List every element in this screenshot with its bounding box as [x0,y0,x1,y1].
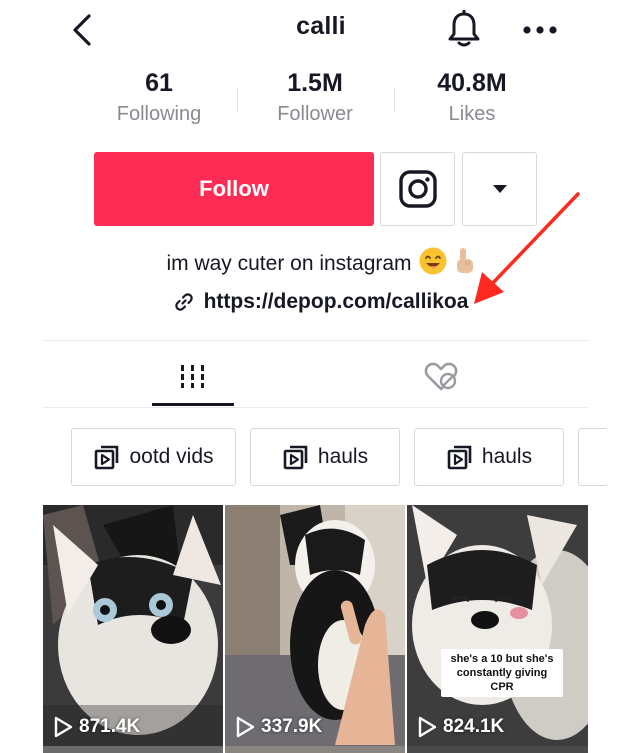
stat-following[interactable]: 61 Following [79,68,239,129]
stat-following-value: 61 [145,69,173,97]
view-count: 871.4K [53,716,140,738]
playlist-icon [283,445,308,470]
playlist-chip[interactable]: hauls [250,428,400,486]
stat-likes: 40.8M Likes [392,68,552,129]
grid-icon [181,365,204,388]
more-options-icon[interactable] [515,10,565,50]
video-thumbnail-partial[interactable] [225,746,405,753]
play-icon [418,716,437,738]
stat-following-label: Following [116,103,202,125]
husky-dog-image [43,505,223,746]
divider [43,340,588,341]
view-count: 824.1K [417,716,504,738]
bell-icon[interactable] [440,6,488,52]
playlist-label: ootd vids [129,445,214,468]
follow-button[interactable]: Follow [94,152,374,226]
divider [43,407,588,408]
playlist-icon [447,445,472,470]
link-icon [174,293,193,311]
video-caption: she's a 10 but she's constantly giving C… [441,649,563,697]
playlist-chip[interactable]: ootd vids [71,428,236,486]
tab-videos[interactable] [152,350,234,402]
stat-followers[interactable]: 1.5M Follower [235,68,395,129]
playlist-icon [95,445,119,470]
bio-link-text: https://depop.com/callikoa [203,290,469,313]
view-count: 337.9K [235,716,322,738]
view-count-text: 871.4K [79,716,141,737]
smiling-face-emoji-icon [418,246,448,282]
private-liked-heart-icon [424,362,458,391]
husky-dog-image [407,505,588,746]
tab-liked[interactable] [400,350,482,402]
playlist-chip-partial[interactable] [578,428,608,486]
video-thumbnail-partial[interactable] [407,746,588,753]
stat-likes-label: Likes [448,103,496,125]
stat-likes-value: 40.8M [437,69,507,97]
stat-followers-label: Follower [277,103,353,125]
video-thumbnail[interactable]: 871.4K [43,505,223,746]
bio-text: im way cuter on instagram [166,252,412,275]
active-tab-indicator [152,403,234,406]
play-icon [54,716,73,738]
view-count-text: 824.1K [443,716,505,737]
view-count-text: 337.9K [261,716,323,737]
playlist-label: hauls [317,445,369,468]
video-thumbnail[interactable]: she's a 10 but she's constantly giving C… [407,505,588,746]
instagram-icon [398,170,437,208]
annotation-arrow-icon [474,192,580,304]
play-icon [236,716,255,738]
instagram-button[interactable] [380,152,455,226]
playlist-label: hauls [481,445,533,468]
video-thumbnail[interactable]: 337.9K [225,505,405,746]
playlist-chip[interactable]: hauls [414,428,564,486]
video-thumbnail-partial[interactable] [43,746,223,753]
stat-followers-value: 1.5M [287,69,343,97]
husky-dog-image [225,505,405,746]
